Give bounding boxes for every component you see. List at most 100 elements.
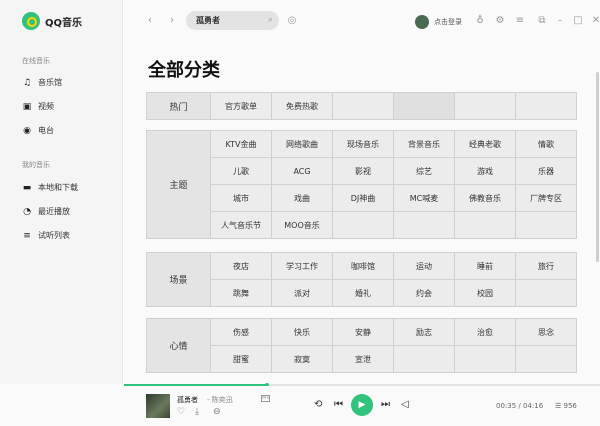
download-icon[interactable]: ⤓ bbox=[195, 407, 199, 417]
category-item[interactable]: 思念 bbox=[515, 318, 577, 346]
song-title[interactable]: 孤勇者 bbox=[177, 395, 198, 405]
category-item[interactable]: DJ神曲 bbox=[332, 184, 394, 212]
category-item[interactable]: 派对 bbox=[271, 279, 333, 307]
sidebar-item-label: 试听列表 bbox=[38, 231, 70, 240]
forward-icon[interactable]: › bbox=[166, 15, 178, 27]
login-link[interactable]: 点击登录 bbox=[434, 17, 462, 27]
clock-icon: ◔ bbox=[23, 206, 31, 217]
category-item[interactable]: 咖啡馆 bbox=[332, 252, 394, 280]
mv-icon[interactable]: MV bbox=[261, 395, 270, 402]
category-group-label: 主题 bbox=[146, 130, 211, 239]
minimize-icon[interactable]: – bbox=[554, 15, 566, 27]
mini-mode-icon[interactable]: ⧉ bbox=[536, 15, 548, 27]
scrollbar-thumb[interactable] bbox=[596, 72, 599, 262]
category-empty-cell bbox=[515, 211, 577, 239]
close-icon[interactable]: ✕ bbox=[590, 15, 600, 27]
category-item[interactable]: 跳舞 bbox=[210, 279, 272, 307]
category-item[interactable]: 学习工作 bbox=[271, 252, 333, 280]
category-item[interactable]: 背景音乐 bbox=[393, 130, 455, 158]
sidebar-item-local-download[interactable]: ▬ 本地和下载 bbox=[22, 182, 78, 193]
song-singer-label[interactable]: - 陈奕迅 bbox=[207, 395, 233, 405]
category-item[interactable]: 戏曲 bbox=[271, 184, 333, 212]
category-item[interactable]: 快乐 bbox=[271, 318, 333, 346]
category-item[interactable]: 经典老歌 bbox=[454, 130, 516, 158]
page-title: 全部分类 bbox=[148, 60, 220, 81]
category-item[interactable]: 现场音乐 bbox=[332, 130, 394, 158]
category-item[interactable]: 治愈 bbox=[454, 318, 516, 346]
category-item[interactable]: 励志 bbox=[393, 318, 455, 346]
play-button[interactable]: ▶ bbox=[351, 394, 373, 416]
category-item[interactable]: 旅行 bbox=[515, 252, 577, 280]
sidebar-item-trial-list[interactable]: ≡ 试听列表 bbox=[22, 230, 70, 241]
category-item[interactable]: MOO音乐 bbox=[271, 211, 333, 239]
category-empty-cell bbox=[515, 92, 577, 120]
search-input[interactable] bbox=[196, 14, 256, 27]
category-item[interactable]: 城市 bbox=[210, 184, 272, 212]
app-logo[interactable]: QQ音乐 bbox=[22, 12, 82, 30]
category-item[interactable]: 寂寞 bbox=[271, 345, 333, 373]
heart-icon[interactable]: ♡ bbox=[177, 407, 185, 417]
category-item[interactable]: 人气音乐节 bbox=[210, 211, 272, 239]
category-item[interactable]: 宣泄 bbox=[332, 345, 394, 373]
back-icon[interactable]: ‹ bbox=[144, 15, 156, 27]
category-item[interactable]: 婚礼 bbox=[332, 279, 394, 307]
category-item[interactable]: ACG bbox=[271, 157, 333, 185]
category-item[interactable]: 情歌 bbox=[515, 130, 577, 158]
category-group-label: 场景 bbox=[146, 252, 211, 307]
more-icon[interactable]: ⊖ bbox=[213, 407, 221, 417]
sidebar-item-label: 音乐馆 bbox=[38, 78, 62, 87]
menu-icon[interactable]: ≡ bbox=[514, 15, 526, 27]
next-icon[interactable]: ⏭ bbox=[381, 399, 390, 410]
avatar[interactable] bbox=[415, 15, 429, 29]
maximize-icon[interactable]: □ bbox=[572, 15, 584, 27]
voice-search-icon[interactable]: ◎ bbox=[286, 15, 298, 27]
settings-icon[interactable]: ⚙ bbox=[494, 15, 506, 27]
category-empty-cell bbox=[393, 345, 455, 373]
category-item[interactable]: MC喊麦 bbox=[393, 184, 455, 212]
volume-icon[interactable]: ◁ bbox=[401, 399, 409, 410]
category-item[interactable]: 校园 bbox=[454, 279, 516, 307]
previous-icon[interactable]: ⏮ bbox=[334, 399, 343, 410]
category-group-hot: 热门 官方歌单 免费热歌 bbox=[146, 92, 577, 120]
category-empty-cell bbox=[332, 211, 394, 239]
sidebar-item-radio[interactable]: ◉ 电台 bbox=[22, 125, 54, 136]
category-item[interactable]: 影视 bbox=[332, 157, 394, 185]
album-cover[interactable] bbox=[146, 394, 170, 418]
playlist-count-button[interactable]: ☰ 956 bbox=[555, 402, 577, 410]
radio-icon: ◉ bbox=[23, 125, 31, 136]
category-item[interactable]: 儿歌 bbox=[210, 157, 272, 185]
category-item[interactable]: 甜蜜 bbox=[210, 345, 272, 373]
category-group-label: 热门 bbox=[146, 92, 211, 120]
singer-name[interactable]: 陈奕迅 bbox=[212, 396, 233, 404]
topbar: ‹ › ⌕ ◎ 点击登录 ♁ ⚙ ≡ ⧉ – □ ✕ bbox=[124, 0, 600, 42]
category-item[interactable]: 厂牌专区 bbox=[515, 184, 577, 212]
video-icon: ▣ bbox=[22, 101, 32, 112]
sidebar-item-label: 最近播放 bbox=[38, 207, 70, 216]
search-icon[interactable]: ⌕ bbox=[268, 15, 273, 25]
category-item[interactable]: 夜店 bbox=[210, 252, 272, 280]
category-item[interactable]: 伤感 bbox=[210, 318, 272, 346]
category-item[interactable]: 网络歌曲 bbox=[271, 130, 333, 158]
category-item[interactable]: 官方歌单 bbox=[210, 92, 272, 120]
loop-mode-icon[interactable]: ⟲ bbox=[314, 399, 322, 410]
category-empty-cell bbox=[454, 345, 516, 373]
category-item[interactable]: 乐器 bbox=[515, 157, 577, 185]
category-item[interactable]: 安静 bbox=[332, 318, 394, 346]
skin-icon[interactable]: ♁ bbox=[474, 15, 486, 27]
category-item[interactable]: 睡前 bbox=[454, 252, 516, 280]
sidebar-item-recent[interactable]: ◔ 最近播放 bbox=[22, 206, 70, 217]
category-group-mood: 心情 伤感 快乐 安静 励志 治愈 思念 甜蜜 寂寞 宣泄 bbox=[146, 318, 577, 373]
category-item[interactable]: 综艺 bbox=[393, 157, 455, 185]
monitor-icon: ▬ bbox=[22, 182, 32, 193]
music-note-icon: ♫ bbox=[22, 77, 32, 88]
category-item[interactable]: 佛教音乐 bbox=[454, 184, 516, 212]
category-item[interactable]: 约会 bbox=[393, 279, 455, 307]
category-item[interactable]: 运动 bbox=[393, 252, 455, 280]
category-group-theme: 主题 KTV金曲 网络歌曲 现场音乐 背景音乐 经典老歌 情歌儿歌 ACG 影视 综艺 游戏 乐器城市… bbox=[146, 130, 577, 239]
sidebar-item-music-hall[interactable]: ♫ 音乐馆 bbox=[22, 77, 62, 88]
category-item[interactable]: 免费热歌 bbox=[271, 92, 333, 120]
category-item[interactable]: KTV金曲 bbox=[210, 130, 272, 158]
sidebar-item-video[interactable]: ▣ 视频 bbox=[22, 101, 54, 112]
category-item[interactable]: 游戏 bbox=[454, 157, 516, 185]
search-box: ⌕ bbox=[186, 11, 279, 30]
